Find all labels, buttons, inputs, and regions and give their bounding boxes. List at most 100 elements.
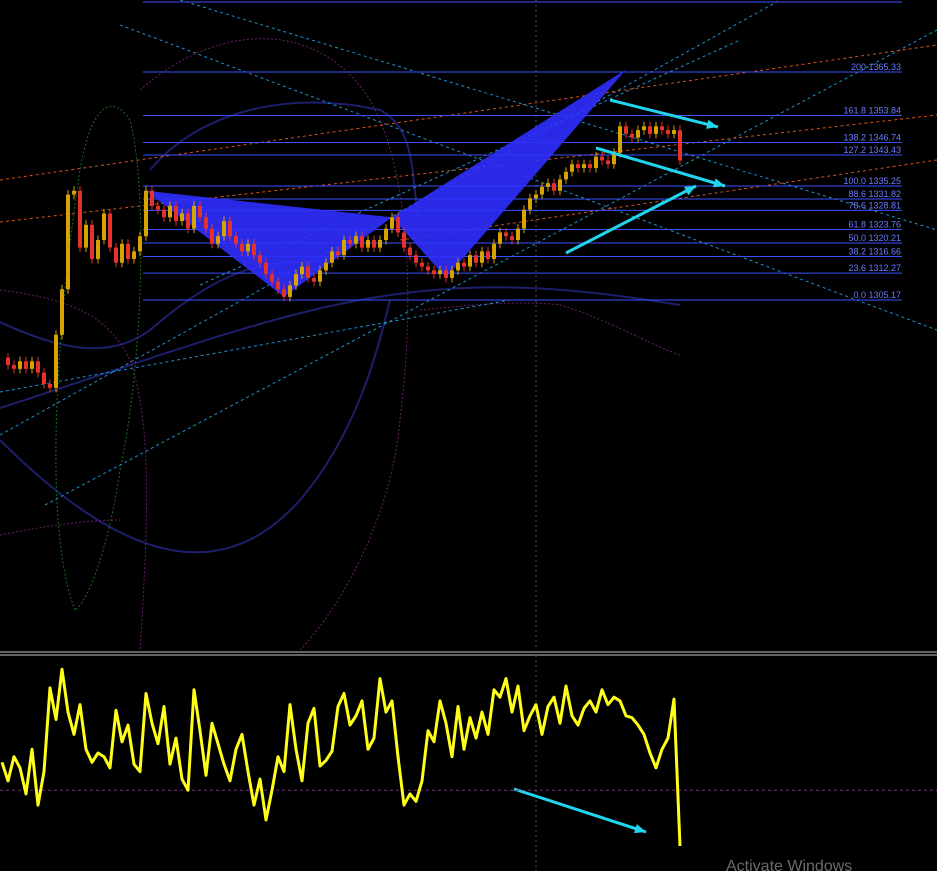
fib-level-label: 127.2 1343.43 [843, 145, 901, 155]
candle-body [138, 236, 142, 252]
candle-body [102, 213, 106, 241]
candle-body [600, 156, 604, 161]
candle-body [624, 126, 628, 134]
candle-body [156, 205, 160, 210]
candle-body [444, 270, 448, 278]
candle-body [678, 130, 682, 161]
candle-body [366, 240, 370, 248]
candle-body [12, 365, 16, 369]
candle-body [300, 266, 304, 275]
candle-body [282, 289, 286, 297]
fib-level-label: 23.6 1312.27 [848, 263, 901, 273]
candle-body [402, 232, 406, 248]
candle-body [660, 126, 664, 131]
candle-body [126, 243, 130, 259]
candle-body [522, 209, 526, 229]
candle-body [108, 213, 112, 248]
candle-body [216, 236, 220, 244]
candle-body [36, 361, 40, 373]
candle-body [648, 126, 652, 134]
candle-body [558, 179, 562, 191]
candle-body [84, 224, 88, 248]
candle-body [330, 251, 334, 263]
candle-body [162, 209, 166, 218]
candle-body [642, 126, 646, 131]
candle-body [480, 251, 484, 263]
candle-body [564, 171, 568, 180]
candle-body [672, 130, 676, 134]
candle-body [318, 270, 322, 282]
watermark-text: Activate Windows [726, 858, 852, 871]
candle-body [132, 251, 136, 259]
candle-body [504, 232, 508, 237]
candle-body [258, 255, 262, 263]
candle-body [174, 205, 178, 222]
candle-body [186, 213, 190, 229]
candle-body [6, 357, 10, 366]
candle-body [24, 361, 28, 369]
candle-body [288, 285, 292, 297]
candle-body [342, 240, 346, 256]
candle-body [120, 243, 124, 263]
fib-level-label: 100.0 1335.25 [843, 176, 901, 186]
candle-body [198, 205, 202, 218]
candle-body [264, 262, 268, 275]
candle-body [18, 361, 22, 369]
candle-body [486, 251, 490, 259]
candle-body [618, 126, 622, 153]
candle-body [114, 247, 118, 263]
candle-body [30, 361, 34, 369]
candle-body [576, 164, 580, 168]
candle-body [546, 183, 550, 187]
candle-body [588, 164, 592, 168]
candle-body [72, 190, 76, 195]
candle-body [462, 262, 466, 267]
candle-body [144, 190, 148, 237]
candle-body [240, 243, 244, 252]
candle-body [510, 236, 514, 241]
candle-body [390, 217, 394, 229]
candle-body [324, 262, 328, 271]
candle-body [276, 281, 280, 290]
candle-body [594, 156, 598, 168]
fib-level-label: 61.8 1323.76 [848, 220, 901, 230]
candle-body [96, 240, 100, 259]
candle-body [234, 236, 238, 244]
fib-level-label: 161.8 1353.84 [843, 106, 901, 116]
candle-body [192, 205, 196, 229]
candle-body [372, 240, 376, 248]
candle-body [534, 194, 538, 199]
candle-body [492, 243, 496, 259]
candle-body [516, 228, 520, 241]
candle-body [552, 183, 556, 191]
candle-body [468, 255, 472, 267]
candle-body [222, 221, 226, 237]
candle-body [42, 372, 46, 385]
candle-body [48, 384, 52, 388]
candle-body [378, 240, 382, 248]
candle-body [498, 232, 502, 244]
candle-body [228, 221, 232, 237]
candle-body [210, 228, 214, 244]
candle-body [414, 255, 418, 263]
fib-level-label: 200 1365.33 [851, 62, 901, 72]
chart-background [0, 0, 937, 871]
candle-body [204, 217, 208, 229]
candle-body [360, 236, 364, 248]
candle-body [396, 217, 400, 233]
chart-canvas: 200 1365.33 161.8 1353.84 138.2 1346.74 127… [0, 0, 937, 871]
candle-body [90, 224, 94, 259]
candle-body [336, 251, 340, 256]
candle-body [270, 274, 274, 282]
candle-body [78, 190, 82, 248]
candle-body [474, 255, 478, 263]
candle-body [354, 236, 358, 244]
candle-body [420, 262, 424, 267]
candle-body [312, 277, 316, 282]
candle-body [384, 228, 388, 241]
fib-level-label: 38.2 1316.66 [848, 246, 901, 256]
candle-body [180, 213, 184, 222]
candle-body [666, 130, 670, 134]
candle-body [66, 194, 70, 290]
candle-body [606, 160, 610, 165]
